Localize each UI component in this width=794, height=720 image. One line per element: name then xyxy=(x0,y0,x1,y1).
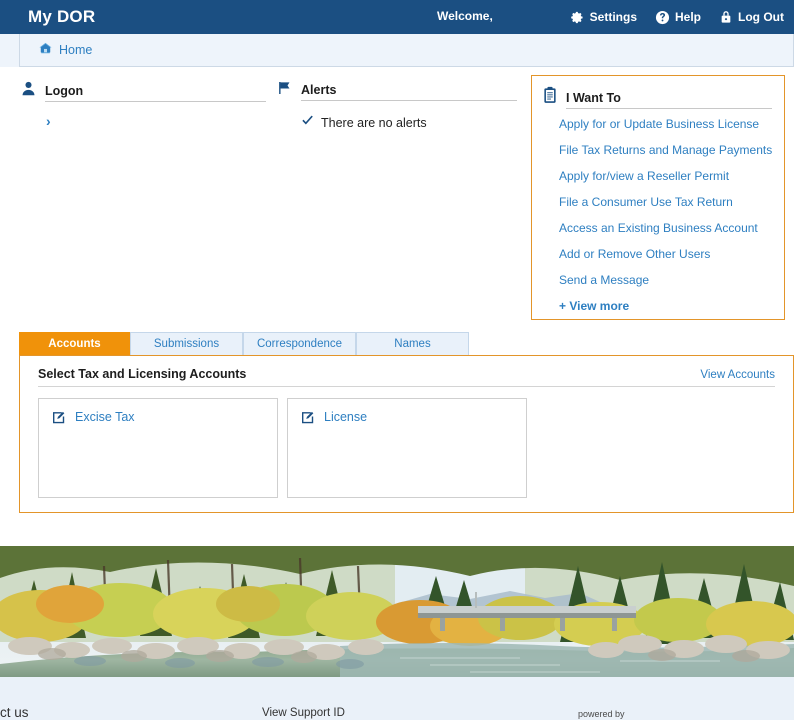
lock-icon xyxy=(719,9,733,25)
top-nav: Settings Help Log Out xyxy=(570,0,784,34)
account-card-label: Excise Tax xyxy=(75,410,135,424)
iwt-link-business-license[interactable]: Apply for or Update Business License xyxy=(559,118,784,130)
settings-button[interactable]: Settings xyxy=(570,10,637,25)
view-accounts-link[interactable]: View Accounts xyxy=(700,369,775,381)
accounts-panel-title: Select Tax and Licensing Accounts xyxy=(38,367,247,381)
i-want-to-title: I Want To xyxy=(566,91,772,109)
banner-artwork xyxy=(0,546,794,677)
alerts-status-row: There are no alerts xyxy=(301,114,517,132)
gear-icon xyxy=(570,10,585,25)
settings-label: Settings xyxy=(589,10,637,24)
iwt-link-view-more[interactable]: + View more xyxy=(559,300,784,312)
help-button[interactable]: Help xyxy=(655,10,701,25)
flag-icon xyxy=(277,80,293,101)
help-label: Help xyxy=(675,10,702,24)
i-want-to-header: I Want To xyxy=(542,86,772,109)
breadcrumb-home[interactable]: Home xyxy=(38,41,92,60)
person-icon xyxy=(20,80,37,102)
tab-accounts[interactable]: Accounts xyxy=(19,332,130,355)
alerts-section: Alerts There are no alerts xyxy=(277,80,517,132)
breadcrumb-home-label: Home xyxy=(59,43,93,57)
footer-view-support-id-link[interactable]: View Support ID xyxy=(262,707,345,719)
logon-title: Logon xyxy=(45,84,266,102)
alerts-status-text: There are no alerts xyxy=(321,116,427,130)
iwt-link-file-tax-returns[interactable]: File Tax Returns and Manage Payments xyxy=(559,144,784,156)
home-icon xyxy=(38,41,53,60)
iwt-link-reseller-permit[interactable]: Apply for/view a Reseller Permit xyxy=(559,170,784,182)
account-card-list: Excise Tax License xyxy=(38,398,793,498)
check-icon xyxy=(301,114,314,132)
footer-powered-by-label: powered by xyxy=(578,709,625,719)
footer-contact-us-link[interactable]: ct us xyxy=(0,705,29,720)
accounts-panel: Select Tax and Licensing Accounts View A… xyxy=(19,355,794,513)
logon-expand-chevron-icon[interactable]: › xyxy=(46,114,266,128)
question-circle-icon xyxy=(655,10,670,25)
tab-correspondence[interactable]: Correspondence xyxy=(243,332,356,355)
breadcrumb-bar: Home xyxy=(0,34,794,67)
logon-section-header: Logon xyxy=(20,80,266,105)
iwt-link-add-remove-users[interactable]: Add or Remove Other Users xyxy=(559,248,784,260)
clipboard-icon xyxy=(542,86,558,109)
app-brand-title: My DOR xyxy=(28,7,96,26)
iwt-link-consumer-use-tax[interactable]: File a Consumer Use Tax Return xyxy=(559,196,784,208)
account-tabs: Accounts Submissions Correspondence Name… xyxy=(19,332,469,355)
tab-names[interactable]: Names xyxy=(356,332,469,355)
alerts-title: Alerts xyxy=(301,83,517,101)
logout-label: Log Out xyxy=(738,10,784,24)
i-want-to-link-list: Apply for or Update Business License Fil… xyxy=(559,118,784,312)
page-footer: ct us View Support ID powered by xyxy=(0,677,794,720)
logout-button[interactable]: Log Out xyxy=(719,9,784,25)
welcome-text: Welcome, xyxy=(437,9,493,23)
alerts-section-header: Alerts xyxy=(277,80,517,104)
logon-section: Logon › xyxy=(20,80,266,128)
breadcrumb: Home xyxy=(19,34,794,67)
i-want-to-panel: I Want To Apply for or Update Business L… xyxy=(531,75,785,320)
account-card-license[interactable]: License xyxy=(287,398,527,498)
top-header-bar: My DOR Welcome, Settings Help Log Out xyxy=(0,0,794,34)
account-card-label: License xyxy=(324,410,368,424)
edit-square-icon xyxy=(51,409,67,430)
accounts-panel-header: Select Tax and Licensing Accounts View A… xyxy=(38,367,775,387)
iwt-link-access-business-account[interactable]: Access an Existing Business Account xyxy=(559,222,784,234)
tab-submissions[interactable]: Submissions xyxy=(130,332,243,355)
scenery-banner-image xyxy=(0,546,794,677)
page-root: My DOR Welcome, Settings Help Log Out Ho… xyxy=(0,0,794,720)
account-card-excise-tax[interactable]: Excise Tax xyxy=(38,398,278,498)
iwt-link-send-message[interactable]: Send a Message xyxy=(559,274,784,286)
edit-square-icon xyxy=(300,409,316,430)
